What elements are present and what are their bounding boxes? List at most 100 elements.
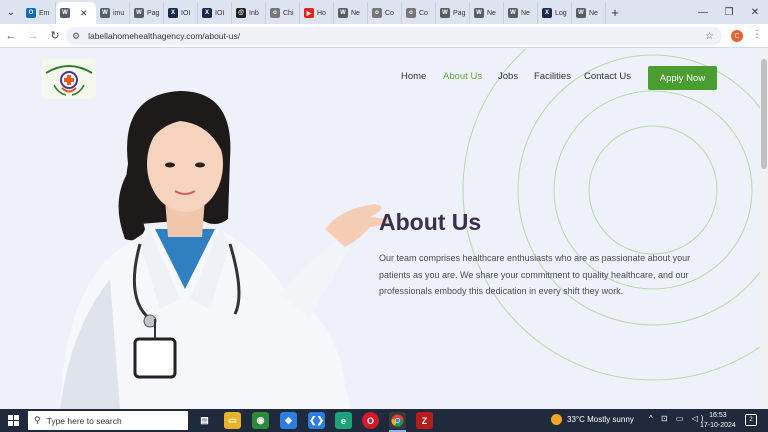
start-button[interactable]	[0, 409, 26, 432]
edge-icon[interactable]: e	[335, 412, 352, 429]
wordpress-icon: W	[60, 8, 70, 18]
weather-sun-icon	[551, 414, 562, 425]
windows-logo-icon	[7, 415, 19, 426]
page-heading: About Us	[379, 209, 482, 235]
tab-title: Em	[39, 9, 50, 17]
browser-tab[interactable]: X IOI	[198, 2, 232, 24]
minimize-button[interactable]: —	[690, 0, 716, 24]
nav-jobs[interactable]: Jobs	[498, 71, 518, 82]
browser-tab[interactable]: o Co	[368, 2, 402, 24]
close-tab-icon[interactable]: ✕	[80, 8, 88, 19]
browser-toolbar: ← → ↻ ⚙ labellahomehealthagency.com/abou…	[0, 24, 768, 48]
profile-avatar[interactable]: C	[731, 30, 743, 42]
clock-date: 17-10-2024	[700, 422, 736, 429]
browser-tab[interactable]: o Chi	[266, 2, 300, 24]
browser-tab-strip: ⌄ O Em W ✕ Wimu W Pag X IOI X IOI @ Inb o Chi ▶ Ho W Ne o Co…	[0, 0, 768, 24]
browser-tab[interactable]: X Log	[538, 2, 572, 24]
tab-title: IOI	[215, 9, 225, 17]
tab-title: Ne	[589, 9, 598, 17]
new-tab-button[interactable]: +	[606, 5, 624, 20]
weather-widget[interactable]: 33°C Mostly sunny	[551, 414, 634, 425]
outlook-icon: O	[26, 8, 36, 18]
reload-button[interactable]: ↻	[44, 24, 66, 48]
tab-title: Chi	[283, 9, 294, 17]
tab-title: Ho	[317, 9, 326, 17]
tab-title: Pag	[147, 9, 160, 17]
tab-title: Co	[419, 9, 428, 17]
task-view-icon[interactable]: ▤	[196, 412, 213, 429]
page-scrollbar[interactable]	[760, 49, 768, 409]
browser-tab[interactable]: X IOI	[164, 2, 198, 24]
nav-about[interactable]: About Us	[443, 71, 482, 82]
browser-tab[interactable]: W ✕	[56, 2, 96, 24]
forward-button[interactable]: →	[22, 24, 44, 48]
file-explorer-icon[interactable]: ▭	[224, 412, 241, 429]
nav-home[interactable]: Home	[401, 71, 426, 82]
browser-tab[interactable]: W Ne	[572, 2, 606, 24]
tab-search-button[interactable]: ⌄	[0, 0, 22, 24]
site-info-icon[interactable]: ⚙	[72, 31, 80, 42]
scrollbar-thumb[interactable]	[761, 59, 767, 169]
wordpress-icon: W	[100, 8, 110, 18]
x-icon: X	[202, 8, 212, 18]
search-icon: ⚲	[34, 415, 41, 425]
wordpress-icon: W	[440, 8, 450, 18]
taskbar-clock[interactable]: 16:53 17-10-2024	[700, 411, 736, 431]
apply-now-button[interactable]: Apply Now	[648, 66, 717, 90]
nav-contact[interactable]: Contact Us	[584, 71, 631, 82]
browser-tab[interactable]: W Ne	[470, 2, 504, 24]
restore-button[interactable]: ❐	[716, 0, 742, 24]
chrome-icon[interactable]	[389, 412, 406, 429]
tab-title: Pag	[453, 9, 466, 17]
globe-icon: o	[270, 8, 280, 18]
browser-tab[interactable]: @ Inb	[232, 2, 266, 24]
youtube-icon: ▶	[304, 8, 314, 18]
tab-title: IOI	[181, 9, 191, 17]
doctor-photo	[60, 91, 389, 409]
tab-title: Inb	[249, 9, 259, 17]
edge-dev-icon[interactable]: ◆	[280, 412, 297, 429]
browser-tab[interactable]: W Pag	[436, 2, 470, 24]
weather-text: 33°C Mostly sunny	[567, 415, 634, 424]
tab-title: imu	[113, 9, 125, 17]
browser-menu-icon[interactable]: ⋮	[752, 29, 762, 40]
browser-tab[interactable]: Wimu	[96, 2, 130, 24]
windows-taskbar: ⚲ Type here to search ▤ ▭ ◉ ◆ ❮❯ e O Z 3…	[0, 409, 768, 432]
clock-time: 16:53	[709, 412, 727, 419]
nav-facilities[interactable]: Facilities	[534, 71, 571, 82]
bookmark-star-icon[interactable]: ☆	[705, 31, 714, 42]
taskbar-search-box[interactable]: ⚲ Type here to search	[28, 411, 188, 430]
tab-list: O Em W ✕ Wimu W Pag X IOI X IOI @ Inb o Chi ▶ Ho W Ne o Co o C…	[22, 0, 606, 24]
wordpress-icon: W	[474, 8, 484, 18]
x-icon: X	[542, 8, 552, 18]
window-controls: — ❐ ✕	[690, 0, 768, 24]
url-text: labellahomehealthagency.com/about-us/	[88, 31, 241, 41]
wordpress-icon: W	[134, 8, 144, 18]
browser-tab[interactable]: W Pag	[130, 2, 164, 24]
browser-tab[interactable]: ▶ Ho	[300, 2, 334, 24]
system-tray[interactable]: ^ ⊡ ▭ ◁)	[649, 414, 707, 423]
browser-tab[interactable]: W Ne	[334, 2, 368, 24]
tab-title: Ne	[351, 9, 360, 17]
whatsapp-icon[interactable]: ◉	[252, 412, 269, 429]
filezilla-icon[interactable]: Z	[416, 412, 433, 429]
threads-icon: @	[236, 8, 246, 18]
vscode-icon[interactable]: ❮❯	[308, 412, 325, 429]
tab-title: Ne	[521, 9, 530, 17]
address-bar[interactable]: ⚙ labellahomehealthagency.com/about-us/ …	[66, 27, 722, 45]
decorative-circles	[462, 49, 760, 381]
globe-icon: o	[372, 8, 382, 18]
close-window-button[interactable]: ✕	[742, 0, 768, 24]
web-page: Home About Us Jobs Facilities Contact Us…	[0, 49, 760, 409]
tab-title: Log	[555, 9, 567, 17]
notification-center-icon[interactable]: 2	[745, 414, 757, 426]
wordpress-icon: W	[508, 8, 518, 18]
back-button[interactable]: ←	[0, 24, 22, 48]
x-icon: X	[168, 8, 178, 18]
browser-tab[interactable]: o Co	[402, 2, 436, 24]
globe-icon: o	[406, 8, 416, 18]
browser-tab[interactable]: O Em	[22, 2, 56, 24]
wordpress-icon: W	[338, 8, 348, 18]
browser-tab[interactable]: W Ne	[504, 2, 538, 24]
opera-icon[interactable]: O	[362, 412, 379, 429]
